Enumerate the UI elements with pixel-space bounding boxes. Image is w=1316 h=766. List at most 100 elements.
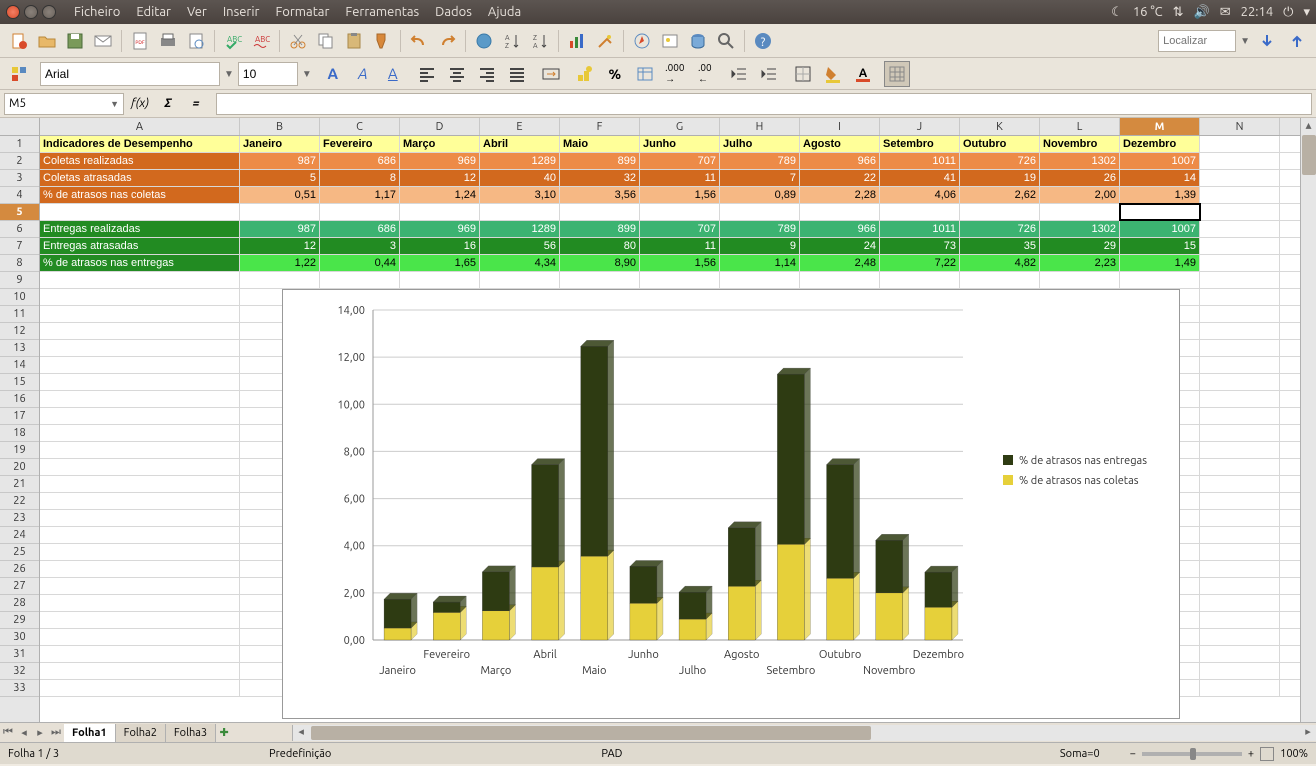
row-header-11[interactable]: 11 bbox=[0, 306, 39, 323]
cell-M6[interactable]: 1007 bbox=[1120, 221, 1200, 237]
add-decimal-button[interactable]: .000→ bbox=[662, 61, 688, 87]
cell-N25[interactable] bbox=[1200, 544, 1280, 560]
cell-E6[interactable]: 1289 bbox=[480, 221, 560, 237]
row-header-20[interactable]: 20 bbox=[0, 459, 39, 476]
cell-E4[interactable]: 3,10 bbox=[480, 187, 560, 203]
spellcheck-button[interactable]: ABC bbox=[220, 28, 246, 54]
cell-I7[interactable]: 24 bbox=[800, 238, 880, 254]
bgcolor-button[interactable] bbox=[820, 61, 846, 87]
redo-button[interactable] bbox=[434, 28, 460, 54]
hyperlink-button[interactable] bbox=[471, 28, 497, 54]
cell-N11[interactable] bbox=[1200, 306, 1280, 322]
cell-C7[interactable]: 3 bbox=[320, 238, 400, 254]
col-header-N[interactable]: N bbox=[1200, 118, 1280, 135]
row-header-17[interactable]: 17 bbox=[0, 408, 39, 425]
cell-N5[interactable] bbox=[1200, 204, 1280, 220]
cell-A13[interactable] bbox=[40, 340, 240, 356]
power-icon[interactable]: ⏻ bbox=[1283, 5, 1293, 20]
row-header-25[interactable]: 25 bbox=[0, 544, 39, 561]
cell-D6[interactable]: 969 bbox=[400, 221, 480, 237]
cell-J8[interactable]: 7,22 bbox=[880, 255, 960, 271]
show-draw-button[interactable] bbox=[592, 28, 618, 54]
cell-N3[interactable] bbox=[1200, 170, 1280, 186]
cell-D7[interactable]: 16 bbox=[400, 238, 480, 254]
open-button[interactable] bbox=[34, 28, 60, 54]
cell-B8[interactable]: 1,22 bbox=[240, 255, 320, 271]
cell-F6[interactable]: 899 bbox=[560, 221, 640, 237]
cell-J5[interactable] bbox=[880, 204, 960, 220]
cell-M5[interactable] bbox=[1120, 204, 1200, 220]
cell-N2[interactable] bbox=[1200, 153, 1280, 169]
cell-A11[interactable] bbox=[40, 306, 240, 322]
zoom-in-button[interactable]: + bbox=[1248, 748, 1254, 760]
cell-N1[interactable] bbox=[1200, 136, 1280, 152]
cell-A29[interactable] bbox=[40, 612, 240, 628]
cell-H5[interactable] bbox=[720, 204, 800, 220]
menu-ferramentas[interactable]: Ferramentas bbox=[337, 5, 427, 19]
tab-last-button[interactable]: ⏭ bbox=[48, 726, 64, 739]
cell-C1[interactable]: Fevereiro bbox=[320, 136, 400, 152]
cell-A8[interactable]: % de atrasos nas entregas bbox=[40, 255, 240, 271]
cell-E5[interactable] bbox=[480, 204, 560, 220]
row-header-18[interactable]: 18 bbox=[0, 425, 39, 442]
cell-A28[interactable] bbox=[40, 595, 240, 611]
autospell-button[interactable]: ABC bbox=[248, 28, 274, 54]
cell-N13[interactable] bbox=[1200, 340, 1280, 356]
cell-E3[interactable]: 40 bbox=[480, 170, 560, 186]
cell-C6[interactable]: 686 bbox=[320, 221, 400, 237]
dropdown-icon[interactable]: ▼ bbox=[1240, 35, 1250, 47]
maximize-icon[interactable] bbox=[42, 5, 56, 19]
menu-formatar[interactable]: Formatar bbox=[267, 5, 337, 19]
cell-E8[interactable]: 4,34 bbox=[480, 255, 560, 271]
close-icon[interactable] bbox=[6, 5, 20, 19]
help-button[interactable]: ? bbox=[750, 28, 776, 54]
cell-H8[interactable]: 1,14 bbox=[720, 255, 800, 271]
cell-J6[interactable]: 1011 bbox=[880, 221, 960, 237]
col-header-B[interactable]: B bbox=[240, 118, 320, 135]
dropdown-icon[interactable]: ▼ bbox=[302, 68, 312, 80]
row-header-23[interactable]: 23 bbox=[0, 510, 39, 527]
row-header-5[interactable]: 5 bbox=[0, 204, 39, 221]
cell-K4[interactable]: 2,62 bbox=[960, 187, 1040, 203]
cell-D4[interactable]: 1,24 bbox=[400, 187, 480, 203]
cut-button[interactable] bbox=[285, 28, 311, 54]
row-header-27[interactable]: 27 bbox=[0, 578, 39, 595]
vertical-scrollbar[interactable]: ▴ bbox=[1300, 118, 1316, 722]
cell-N27[interactable] bbox=[1200, 578, 1280, 594]
percent-button[interactable]: % bbox=[602, 61, 628, 87]
cell-G3[interactable]: 11 bbox=[640, 170, 720, 186]
row-header-12[interactable]: 12 bbox=[0, 323, 39, 340]
datasources-button[interactable] bbox=[685, 28, 711, 54]
cell-J2[interactable]: 1011 bbox=[880, 153, 960, 169]
cell-H4[interactable]: 0,89 bbox=[720, 187, 800, 203]
cell-N4[interactable] bbox=[1200, 187, 1280, 203]
cell-L2[interactable]: 1302 bbox=[1040, 153, 1120, 169]
sum-button[interactable]: Σ bbox=[156, 93, 180, 115]
gallery-button[interactable] bbox=[657, 28, 683, 54]
decrease-indent-button[interactable] bbox=[726, 61, 752, 87]
cell-N17[interactable] bbox=[1200, 408, 1280, 424]
cell-reference-box[interactable]: M5▼ bbox=[4, 93, 124, 115]
cell-A14[interactable] bbox=[40, 357, 240, 373]
align-right-button[interactable] bbox=[474, 61, 500, 87]
cell-H9[interactable] bbox=[720, 272, 800, 288]
cell-N9[interactable] bbox=[1200, 272, 1280, 288]
row-header-6[interactable]: 6 bbox=[0, 221, 39, 238]
tab-folha1[interactable]: Folha1 bbox=[64, 724, 116, 742]
cell-A32[interactable] bbox=[40, 663, 240, 679]
format-paintbrush-button[interactable] bbox=[369, 28, 395, 54]
find-prev-button[interactable] bbox=[1284, 28, 1310, 54]
cell-K1[interactable]: Outubro bbox=[960, 136, 1040, 152]
search-input[interactable] bbox=[1158, 30, 1236, 52]
cell-M1[interactable]: Dezembro bbox=[1120, 136, 1200, 152]
cell-C3[interactable]: 8 bbox=[320, 170, 400, 186]
cell-N28[interactable] bbox=[1200, 595, 1280, 611]
cell-N30[interactable] bbox=[1200, 629, 1280, 645]
cell-G1[interactable]: Junho bbox=[640, 136, 720, 152]
cell-K9[interactable] bbox=[960, 272, 1040, 288]
bold-button[interactable]: A bbox=[320, 61, 346, 87]
styles-button[interactable] bbox=[6, 61, 32, 87]
cell-N16[interactable] bbox=[1200, 391, 1280, 407]
cell-I4[interactable]: 2,28 bbox=[800, 187, 880, 203]
user-icon[interactable]: ▾ bbox=[1303, 5, 1310, 20]
